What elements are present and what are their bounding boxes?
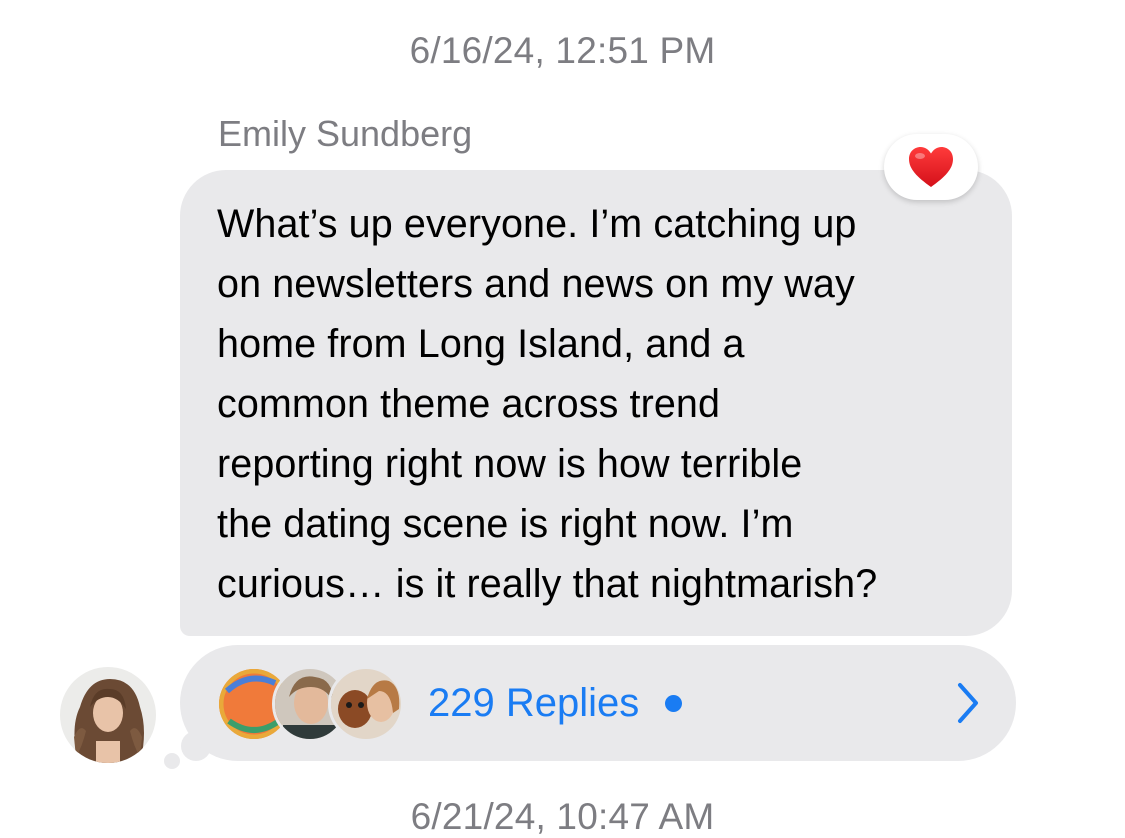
message-text: What’s up everyone. I’m catching up on n… (217, 202, 878, 606)
participant-avatars (216, 666, 406, 742)
chevron-right-icon[interactable] (956, 681, 980, 725)
sender-avatar[interactable] (60, 667, 156, 763)
unread-indicator-dot (665, 694, 683, 712)
message-bubble[interactable]: What’s up everyone. I’m catching up on n… (180, 170, 1012, 636)
thread-replies-bar[interactable]: 229 Replies (180, 645, 1016, 761)
heart-reaction[interactable] (884, 134, 978, 200)
message-timestamp: 6/16/24, 12:51 PM (409, 30, 716, 71)
next-message-timestamp: 6/21/24, 10:47 AM (410, 796, 715, 837)
replies-count-link[interactable]: 229 Replies (428, 681, 639, 726)
participant-avatar-3 (328, 666, 404, 742)
bubble-tail-dot (164, 753, 180, 769)
sender-name: Emily Sundberg (218, 113, 473, 154)
heart-icon (909, 147, 953, 187)
